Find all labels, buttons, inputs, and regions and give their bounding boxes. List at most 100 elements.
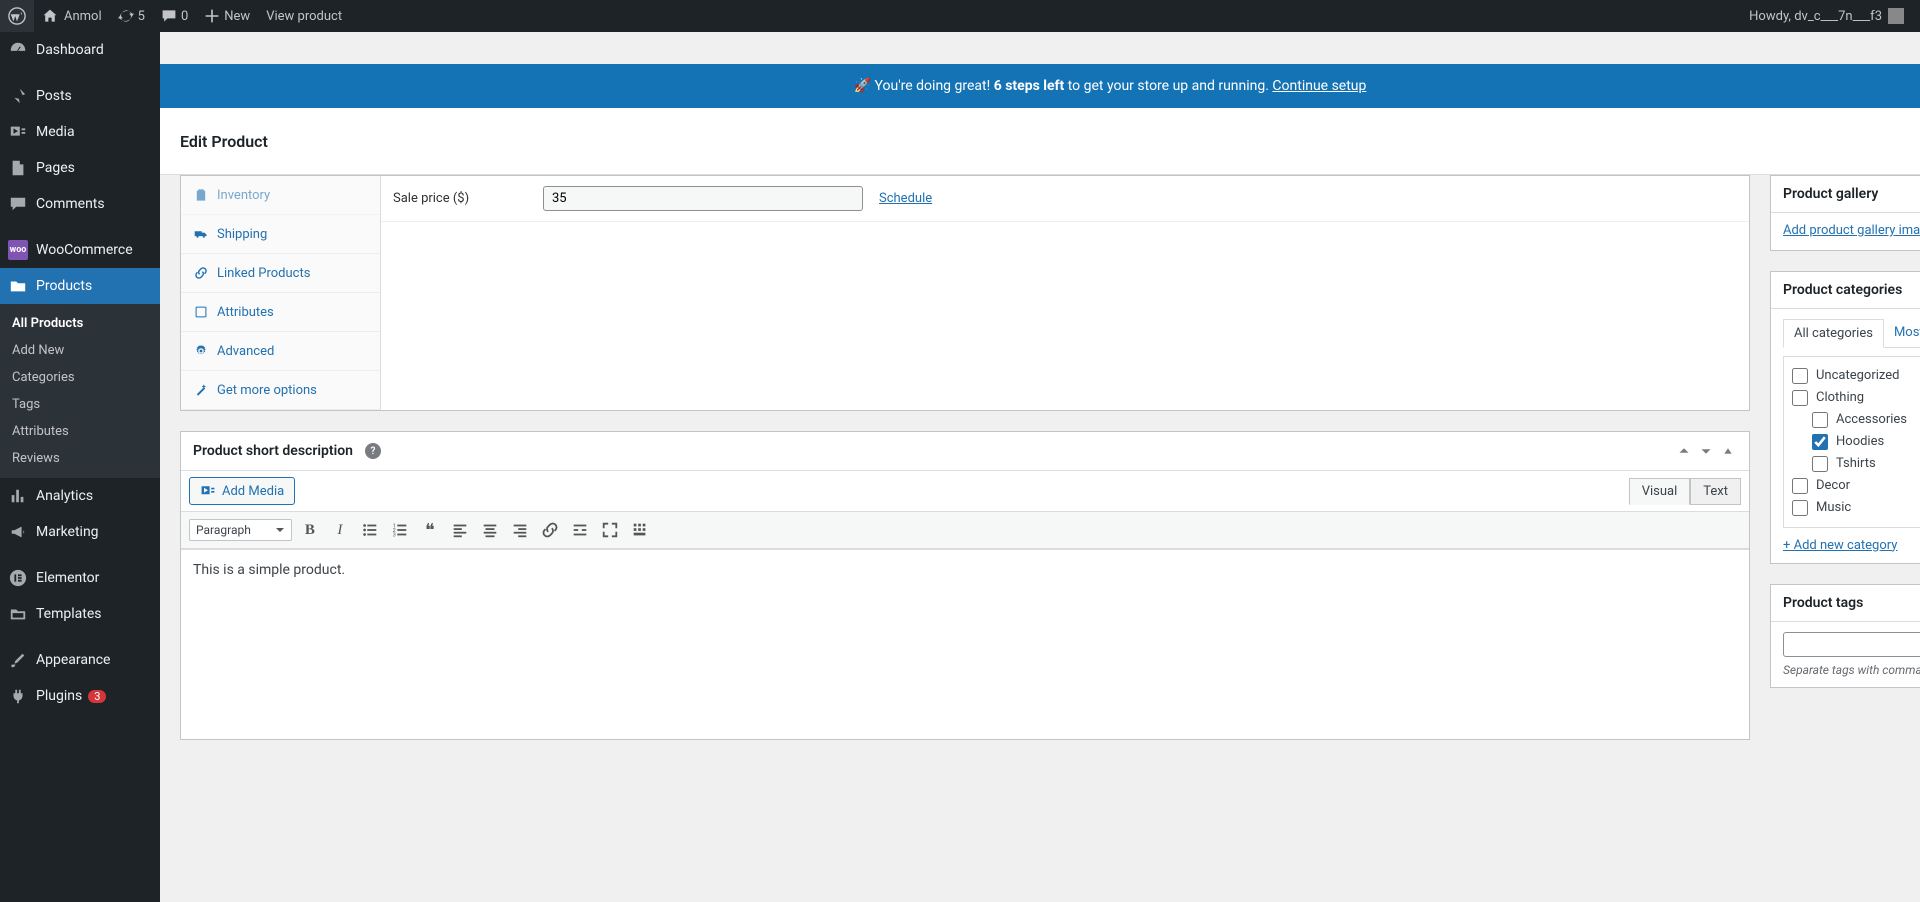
updates-link[interactable]: 5 [110,0,153,32]
category-checkbox[interactable] [1812,412,1828,428]
menu-templates[interactable]: Templates [0,596,160,632]
menu-products[interactable]: Products [0,268,160,304]
category-label: Uncategorized [1816,368,1899,383]
category-label: Music [1816,500,1851,515]
align-right-button[interactable] [508,518,532,542]
wp-logo[interactable] [0,0,34,32]
menu-media[interactable]: Media [0,114,160,150]
page-icon [8,158,28,178]
clipboard-icon [193,187,209,203]
submenu-add-new[interactable]: Add New [0,337,160,364]
move-down-button[interactable] [1697,442,1715,460]
category-checkbox[interactable] [1792,500,1808,516]
caret-down-icon [275,525,285,535]
align-left-button[interactable] [448,518,472,542]
menu-posts[interactable]: Posts [0,78,160,114]
toolbar-toggle-button[interactable] [628,518,652,542]
add-new-category-link[interactable]: + Add new category [1783,538,1897,553]
category-checkbox[interactable] [1812,456,1828,472]
tab-linked-products[interactable]: Linked Products [181,254,380,293]
category-item[interactable]: Music [1792,497,1920,519]
rocket-icon: 🚀 [854,78,871,94]
submenu-tags[interactable]: Tags [0,391,160,418]
menu-analytics[interactable]: Analytics [0,478,160,514]
sale-price-input[interactable] [543,186,863,211]
category-label: Clothing [1816,390,1864,405]
site-name-link[interactable]: Anmol [34,0,110,32]
short-description-editor[interactable]: This is a simple product. [181,549,1749,739]
category-item[interactable]: Tshirts [1792,453,1920,475]
category-checkbox[interactable] [1792,390,1808,406]
toggle-button[interactable] [1719,442,1737,460]
tab-inventory[interactable]: Inventory [181,176,380,215]
tags-input[interactable] [1783,632,1920,657]
media-icon [200,483,216,499]
help-icon[interactable]: ? [365,443,381,459]
product-data-panel: Inventory Shipping Linked Products Attri… [180,175,1750,411]
numbered-list-button[interactable]: 123 [388,518,412,542]
insert-link-button[interactable] [538,518,562,542]
insert-more-button[interactable] [568,518,592,542]
menu-comments[interactable]: Comments [0,186,160,222]
submenu-all-products[interactable]: All Products [0,310,160,337]
menu-woocommerce[interactable]: woo WooCommerce [0,232,160,268]
bold-button[interactable]: B [298,518,322,542]
bullet-list-button[interactable] [358,518,382,542]
megaphone-icon [8,522,28,542]
menu-marketing[interactable]: Marketing [0,514,160,550]
category-item[interactable]: Decor [1792,475,1920,497]
tab-get-more[interactable]: Get more options [181,371,380,410]
tab-attributes[interactable]: Attributes [181,293,380,332]
category-checkbox[interactable] [1792,478,1808,494]
submenu-categories[interactable]: Categories [0,364,160,391]
updates-count: 5 [138,9,145,24]
category-checkbox[interactable] [1812,434,1828,450]
category-item[interactable]: Clothing [1792,387,1920,409]
fullscreen-button[interactable] [598,518,622,542]
add-media-button[interactable]: Add Media [189,477,295,505]
move-up-button[interactable] [1675,442,1693,460]
menu-plugins[interactable]: Plugins 3 [0,678,160,714]
comments-link[interactable]: 0 [153,0,196,32]
new-content-link[interactable]: New [196,0,258,32]
continue-setup-link[interactable]: Continue setup [1272,78,1366,94]
product-tags-panel: Product tags Add Separate tags with comm… [1770,584,1920,688]
fullscreen-icon [601,521,619,539]
align-center-button[interactable] [478,518,502,542]
category-checklist: Uncategorized Clothing AccessoriesHoodiesT… [1783,356,1920,528]
category-item[interactable]: Hoodies [1792,431,1920,453]
category-item[interactable]: Accessories [1792,409,1920,431]
add-gallery-images-link[interactable]: Add product gallery images [1783,223,1920,238]
blockquote-button[interactable]: ❝ [418,518,442,542]
refresh-icon [118,8,134,24]
tags-title: Product tags [1783,595,1863,611]
tab-most-used[interactable]: Most Used [1884,319,1920,347]
schedule-link[interactable]: Schedule [879,191,932,206]
category-checkbox[interactable] [1792,368,1808,384]
page-title: Edit Product [180,132,268,151]
format-select[interactable]: Paragraph [189,519,292,541]
submenu-attributes[interactable]: Attributes [0,418,160,445]
plugins-badge: 3 [88,690,106,703]
tags-hint: Separate tags with commas [1783,663,1920,677]
visual-tab[interactable]: Visual [1629,478,1691,505]
submenu-products: All Products Add New Categories Tags Att… [0,304,160,478]
tab-all-categories[interactable]: All categories [1783,319,1884,348]
tab-advanced[interactable]: Advanced [181,332,380,371]
howdy-account[interactable]: Howdy, dv_c___7n___f3 [1741,0,1912,32]
menu-elementor[interactable]: Elementor [0,560,160,596]
tab-shipping[interactable]: Shipping [181,215,380,254]
wordpress-icon [8,7,26,25]
read-more-icon [571,521,589,539]
category-item[interactable]: Uncategorized [1792,365,1920,387]
menu-appearance[interactable]: Appearance [0,642,160,678]
submenu-reviews[interactable]: Reviews [0,445,160,472]
product-data-content: Sale price ($) Schedule [381,176,1749,410]
italic-button[interactable]: I [328,518,352,542]
menu-dashboard[interactable]: Dashboard [0,32,160,68]
text-tab[interactable]: Text [1690,478,1741,505]
menu-pages[interactable]: Pages [0,150,160,186]
gallery-title: Product gallery [1783,186,1878,202]
view-product-link[interactable]: View product [258,0,350,32]
svg-text:3: 3 [393,532,396,538]
